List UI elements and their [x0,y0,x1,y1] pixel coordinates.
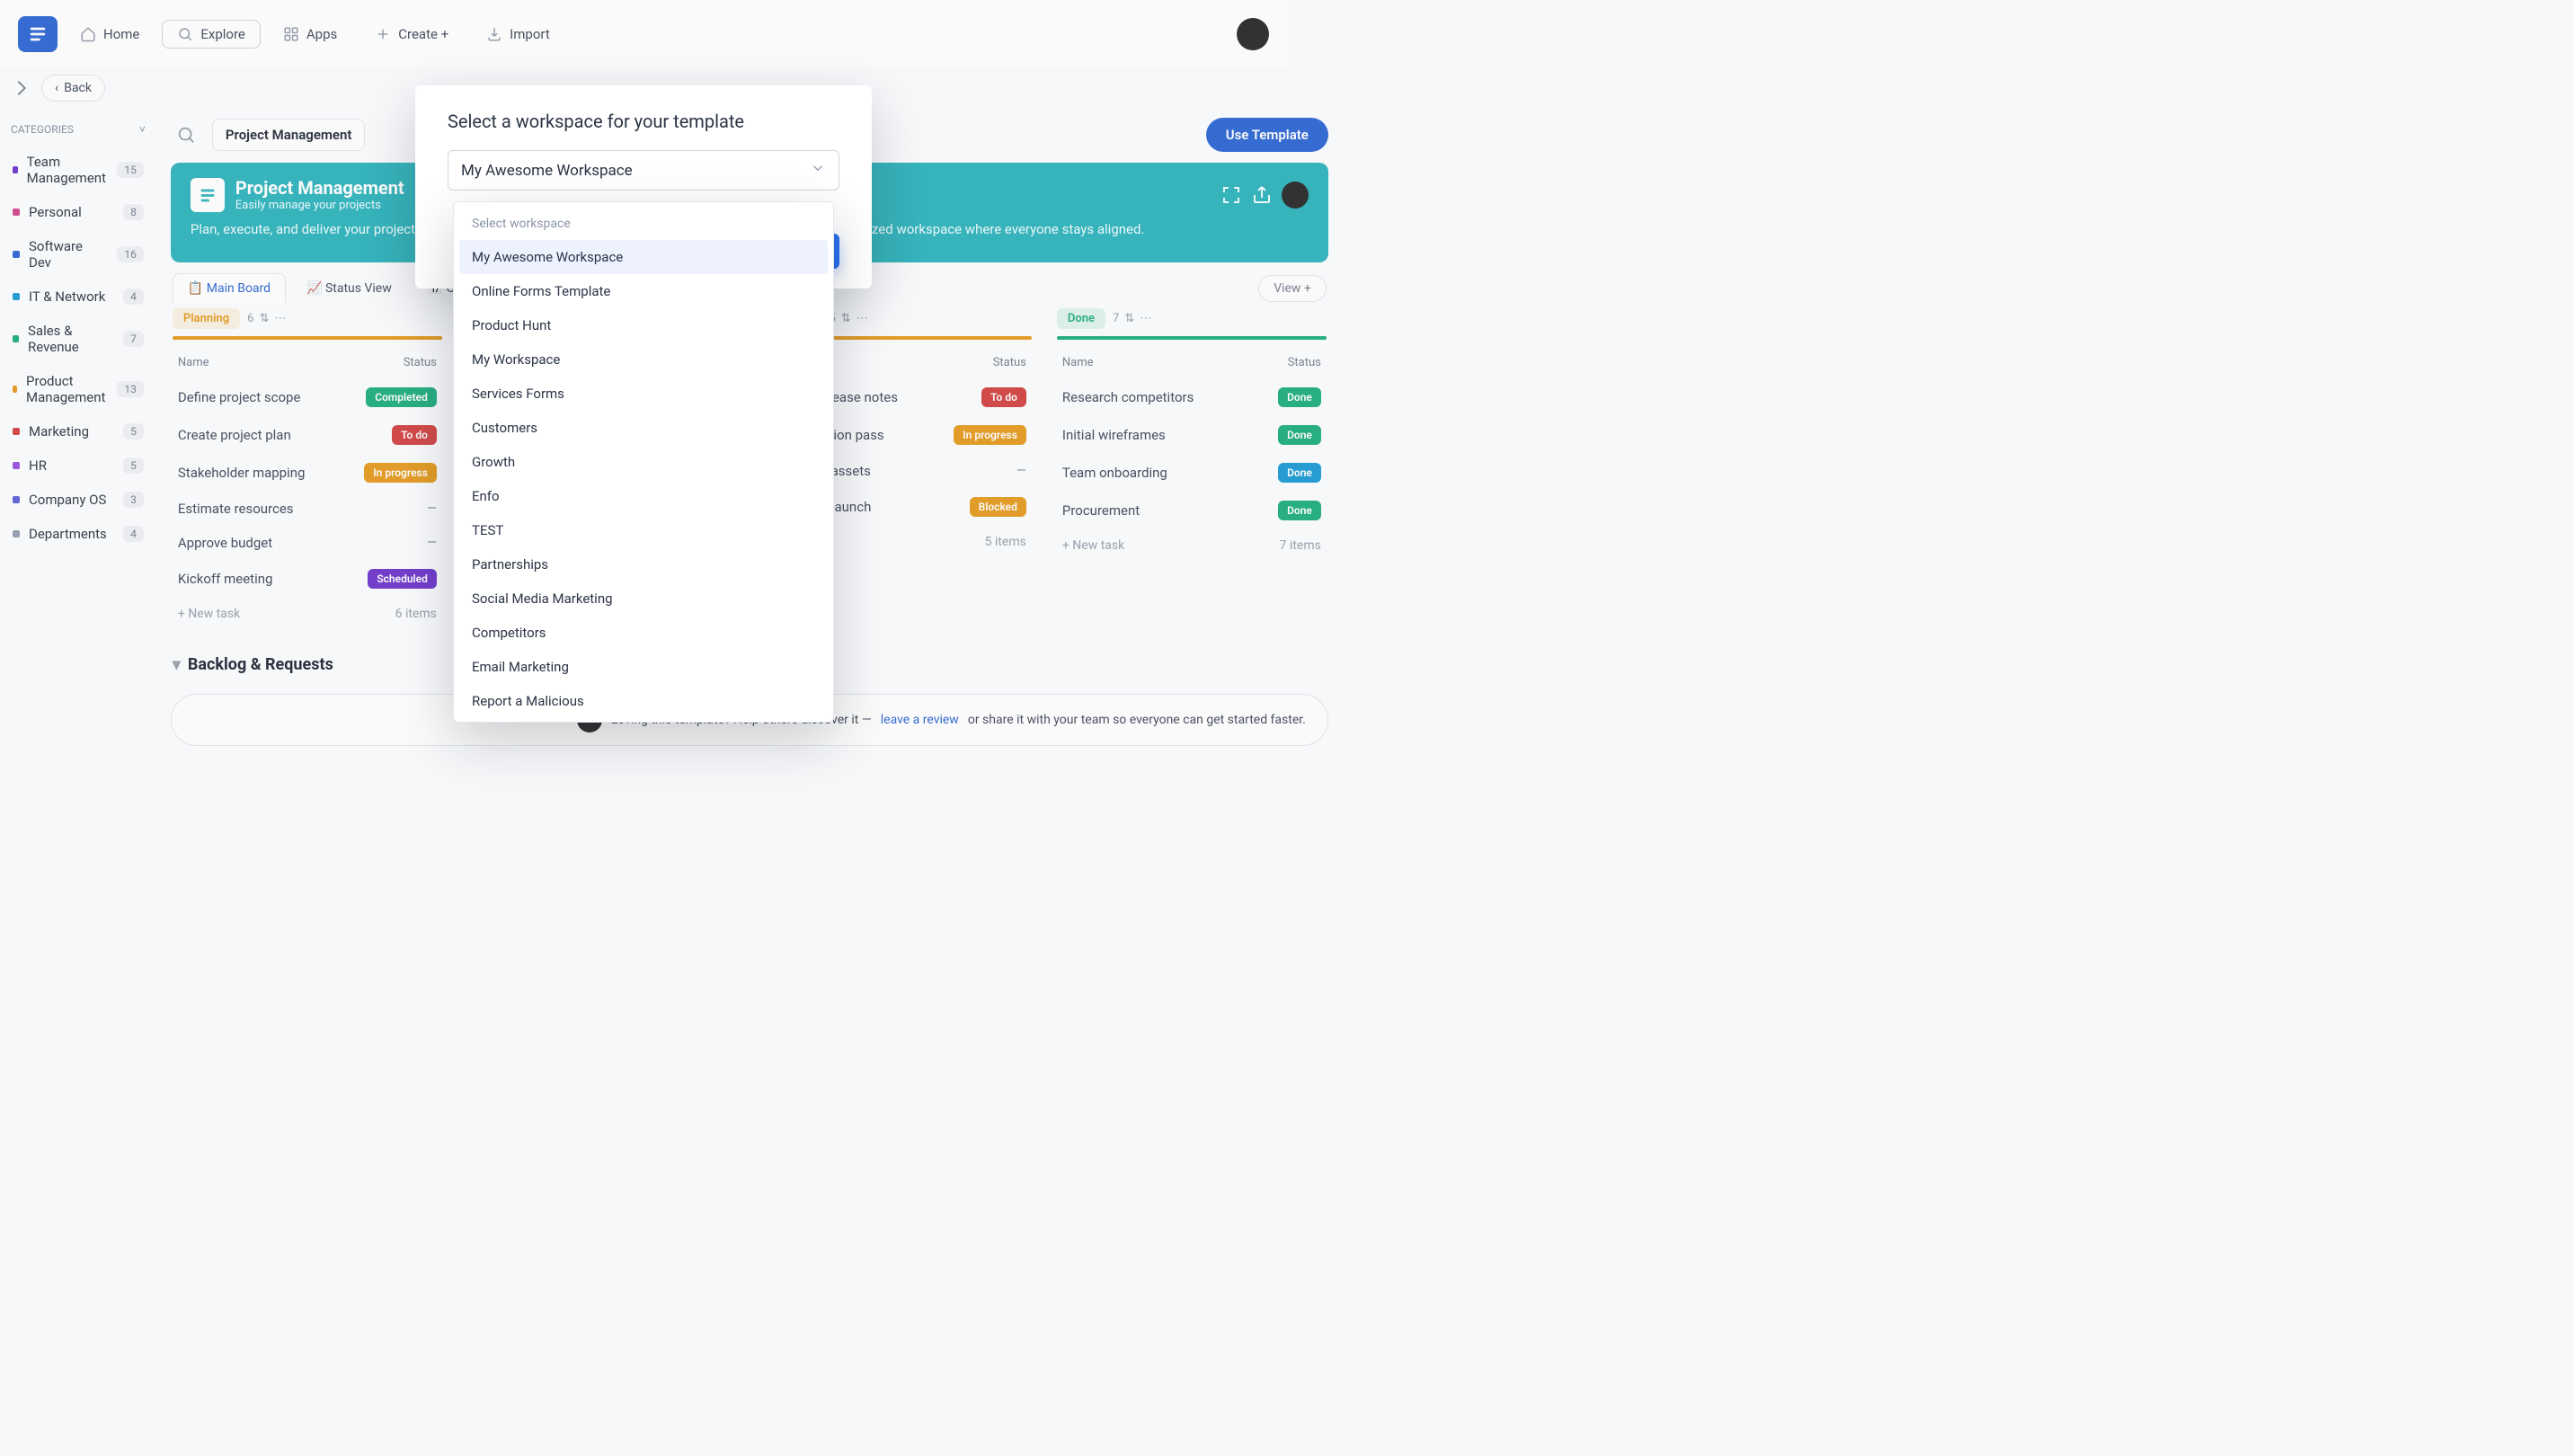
workspace-select-value: My Awesome Workspace [461,162,633,180]
dropdown-header: Select workspace [459,208,828,240]
modal-title: Select a workspace for your template [448,111,839,132]
workspace-option[interactable]: My Awesome Workspace [459,240,828,274]
workspace-option[interactable]: Enfo [459,479,828,513]
workspace-option[interactable]: Email Marketing [459,650,828,684]
workspace-option[interactable]: Online Forms Template [459,274,828,308]
chevron-down-icon [810,160,826,181]
workspace-option[interactable]: Services Forms [459,377,828,411]
workspace-option[interactable]: Competitors [459,616,828,650]
workspace-dropdown: Select workspace My Awesome WorkspaceOnl… [453,201,834,723]
modal-overlay[interactable]: Select a workspace for your template My … [0,0,1287,728]
workspace-option[interactable]: TEST [459,513,828,547]
workspace-option[interactable]: Customers [459,411,828,445]
workspace-option[interactable]: Partnerships [459,547,828,582]
workspace-option[interactable]: Report a Malicious [459,684,828,718]
workspace-option[interactable]: Marketing [459,718,828,723]
workspace-option[interactable]: Social Media Marketing [459,582,828,616]
workspace-option[interactable]: Growth [459,445,828,479]
workspace-option[interactable]: My Workspace [459,342,828,377]
workspace-option[interactable]: Product Hunt [459,308,828,342]
col-header-status: Status [1288,356,1321,369]
workspace-select[interactable]: My Awesome Workspace [448,150,839,191]
